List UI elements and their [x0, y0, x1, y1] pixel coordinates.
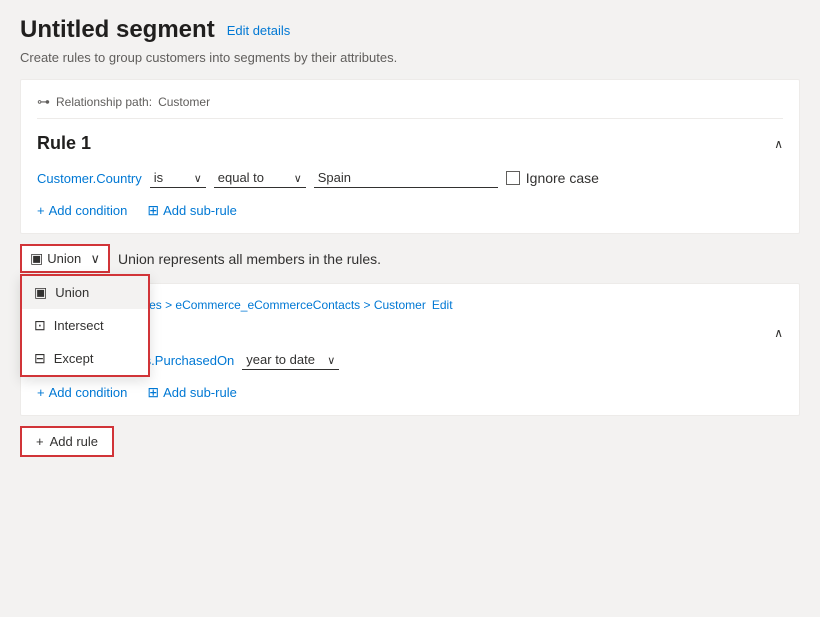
sub-rule-icon: ⊞ — [147, 202, 159, 219]
union-dropdown-button[interactable]: ▣ Union ∨ — [20, 244, 110, 273]
add-rule-plus-icon: + — [36, 434, 44, 449]
rule1-add-sub-rule-button[interactable]: ⊞ Add sub-rule — [147, 202, 236, 219]
rule2-date-range-wrapper: year to date last 30 days last 7 days sp… — [242, 350, 339, 370]
relationship-icon: ⊶ — [37, 94, 50, 110]
rule1-collapse-icon[interactable]: ∧ — [774, 137, 783, 151]
rule2-add-condition-button[interactable]: + Add condition — [37, 385, 127, 400]
except-option-icon: ⊟ — [34, 350, 46, 367]
relationship-path-label: Relationship path: — [56, 95, 152, 109]
union-option-intersect[interactable]: ⊡ Intersect — [22, 309, 148, 342]
rule1-add-condition-button[interactable]: + Add condition — [37, 203, 127, 218]
page-title: Untitled segment — [20, 16, 215, 44]
relationship-path-value: Customer — [158, 95, 210, 109]
union-chevron-icon: ∨ — [90, 251, 100, 267]
page-subtitle: Create rules to group customers into seg… — [20, 50, 800, 65]
union-section: ▣ Union ∨ Union represents all members i… — [20, 244, 800, 273]
rule1-card: ⊶ Relationship path: Customer Rule 1 ∧ C… — [20, 79, 800, 234]
add-rule-label: Add rule — [50, 434, 98, 449]
intersect-option-label: Intersect — [54, 318, 104, 333]
union-dropdown-menu: ▣ Union ⊡ Intersect ⊟ Except — [20, 274, 150, 377]
rule1-operator-select[interactable]: is is not — [150, 168, 206, 188]
union-bar: ▣ Union ∨ Union represents all members i… — [20, 244, 800, 273]
sub-rule-icon-2: ⊞ — [147, 384, 159, 401]
plus-icon: + — [37, 203, 45, 218]
plus-icon-2: + — [37, 385, 45, 400]
rule1-header: Rule 1 ∧ — [37, 133, 783, 154]
page-container: Untitled segment Edit details Create rul… — [0, 0, 820, 473]
union-option-label: Union — [55, 285, 89, 300]
union-description: Union represents all members in the rule… — [118, 251, 381, 267]
union-icon: ▣ — [30, 250, 43, 267]
rule1-comparator-select[interactable]: equal to not equal to contains — [214, 168, 306, 188]
page-header: Untitled segment Edit details — [20, 16, 800, 44]
except-option-label: Except — [54, 351, 94, 366]
union-option-icon: ▣ — [34, 284, 47, 301]
rule1-action-row: + Add condition ⊞ Add sub-rule — [37, 202, 783, 219]
rule2-date-range-select[interactable]: year to date last 30 days last 7 days sp… — [242, 350, 339, 370]
rule2-action-row: + Add condition ⊞ Add sub-rule — [37, 384, 783, 401]
rule1-value-input[interactable] — [314, 168, 498, 188]
rule2-add-sub-rule-button[interactable]: ⊞ Add sub-rule — [147, 384, 236, 401]
ignore-case-label: Ignore case — [526, 170, 599, 186]
intersect-option-icon: ⊡ — [34, 317, 46, 334]
ignore-case-checkbox[interactable] — [506, 171, 520, 185]
add-rule-button[interactable]: + Add rule — [20, 426, 114, 457]
edit-details-link[interactable]: Edit details — [227, 23, 291, 38]
rule1-operator-wrapper: is is not — [150, 168, 206, 188]
rule2-edit-link[interactable]: Edit — [432, 298, 453, 312]
relationship-bar: ⊶ Relationship path: Customer — [37, 94, 783, 110]
ignore-case-wrapper: Ignore case — [506, 170, 599, 186]
union-option-except[interactable]: ⊟ Except — [22, 342, 148, 375]
rule1-comparator-wrapper: equal to not equal to contains — [214, 168, 306, 188]
rule1-field-label: Customer.Country — [37, 171, 142, 186]
rule1-condition-row: Customer.Country is is not equal to not … — [37, 168, 783, 188]
rule2-collapse-icon[interactable]: ∧ — [774, 326, 783, 340]
rule1-title: Rule 1 — [37, 133, 91, 154]
union-selected-label: Union — [47, 251, 81, 266]
union-option-union[interactable]: ▣ Union — [22, 276, 148, 309]
